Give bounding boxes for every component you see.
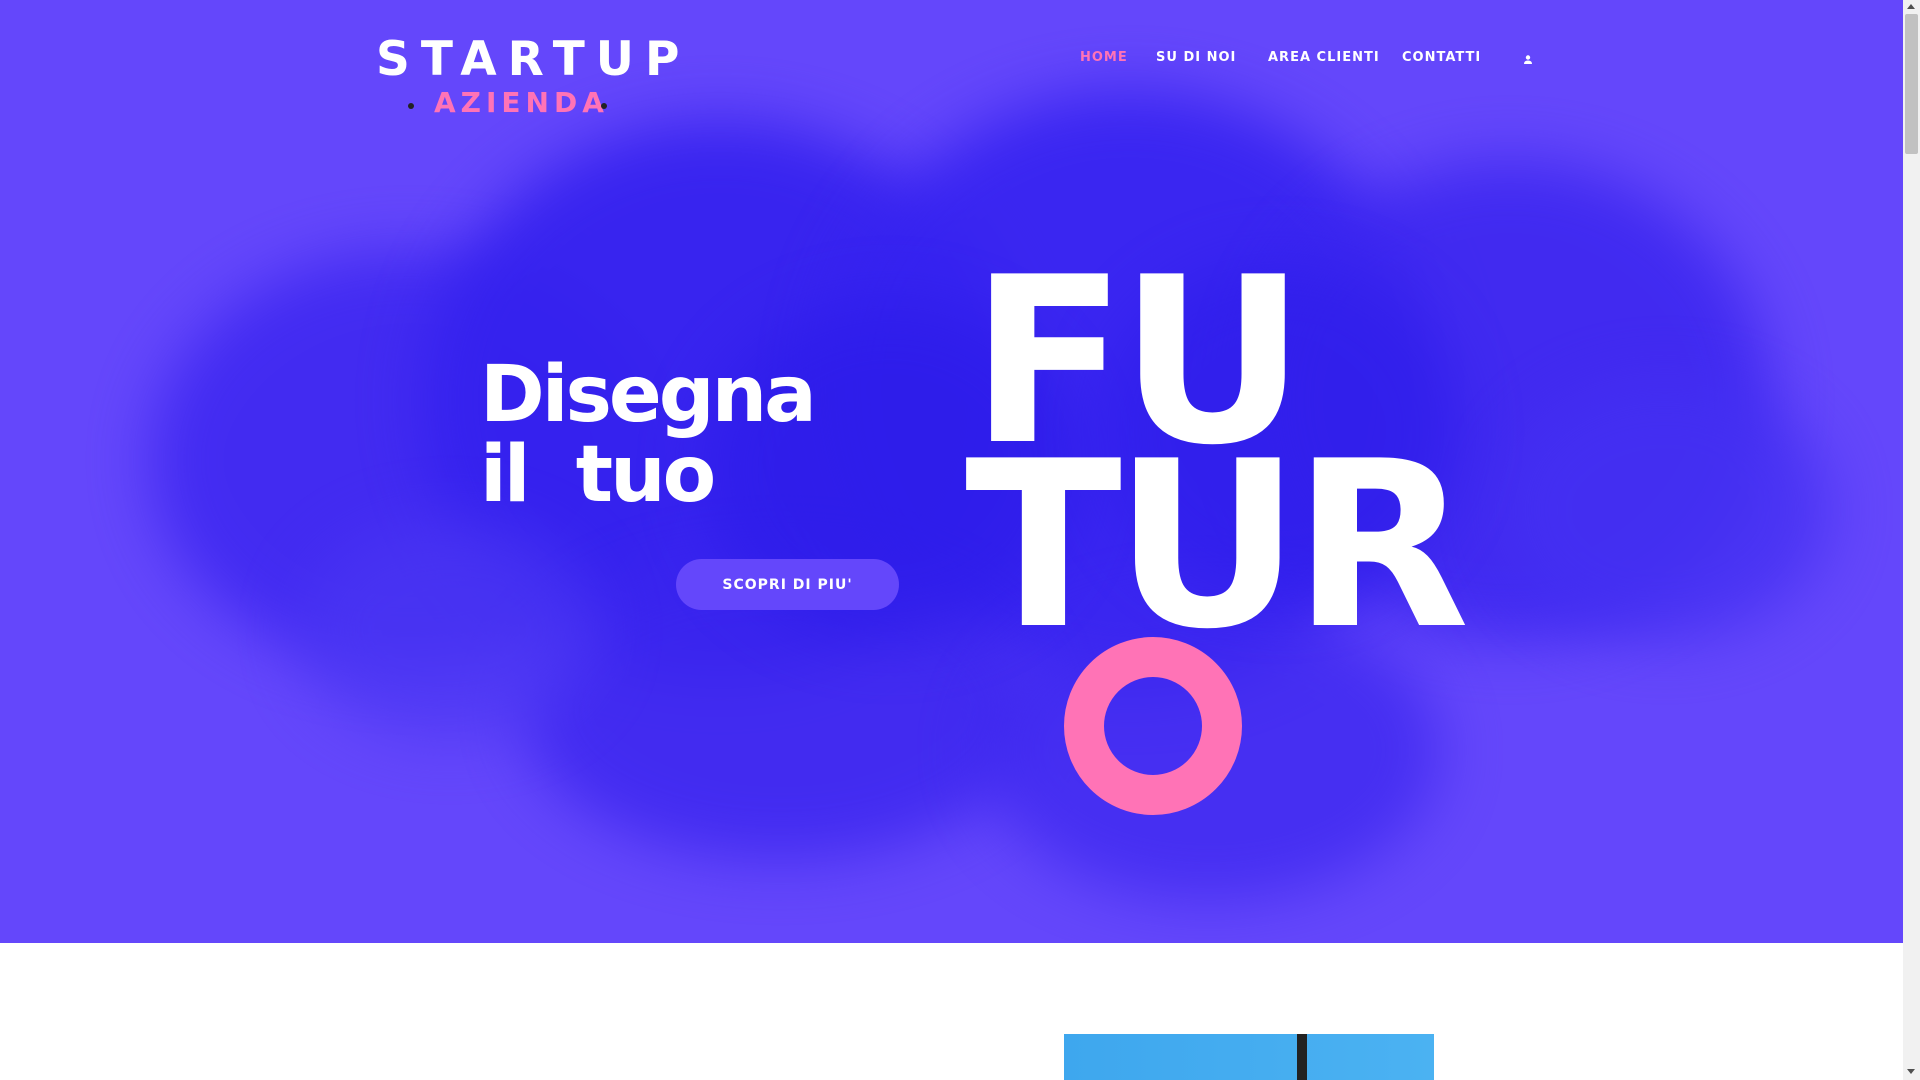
user-icon[interactable] xyxy=(1522,51,1534,64)
nav-item-su-di-noi[interactable]: SU DI NOI xyxy=(1156,50,1236,65)
hero-section: STARTUP AZIENDA HOME SU DI NOI AREA CLIE… xyxy=(0,0,1903,943)
brand-subtitle: AZIENDA xyxy=(434,86,609,119)
image-pole xyxy=(1297,1034,1307,1080)
headline-line-1: Disegna xyxy=(480,350,817,440)
brand-name: STARTUP xyxy=(376,32,691,87)
nav-item-home[interactable]: HOME xyxy=(1080,50,1128,65)
page: STARTUP AZIENDA HOME SU DI NOI AREA CLIE… xyxy=(0,0,1903,1080)
headline-line-2: il tuo xyxy=(480,430,716,520)
logo-dot-right xyxy=(601,103,607,109)
content-image xyxy=(1064,1034,1434,1080)
big-word-line-2: TUR xyxy=(965,413,1470,680)
logo-dot-left xyxy=(408,103,414,109)
nav-item-area-clienti[interactable]: AREA CLIENTI xyxy=(1268,50,1380,65)
scroll-thumb[interactable] xyxy=(1905,14,1918,154)
hero-headline: Disegna il tuo xyxy=(480,350,817,520)
big-word-ring-o xyxy=(1064,637,1242,815)
scroll-down-arrow-icon[interactable] xyxy=(1907,1069,1915,1074)
nav-item-contatti[interactable]: CONTATTI xyxy=(1402,50,1481,65)
scopri-di-piu-button[interactable]: SCOPRI DI PIU' xyxy=(676,559,899,610)
brand-logo[interactable]: STARTUP AZIENDA xyxy=(376,32,679,122)
scroll-up-arrow-icon[interactable] xyxy=(1907,4,1915,9)
page-scrollbar[interactable] xyxy=(1903,0,1920,1080)
